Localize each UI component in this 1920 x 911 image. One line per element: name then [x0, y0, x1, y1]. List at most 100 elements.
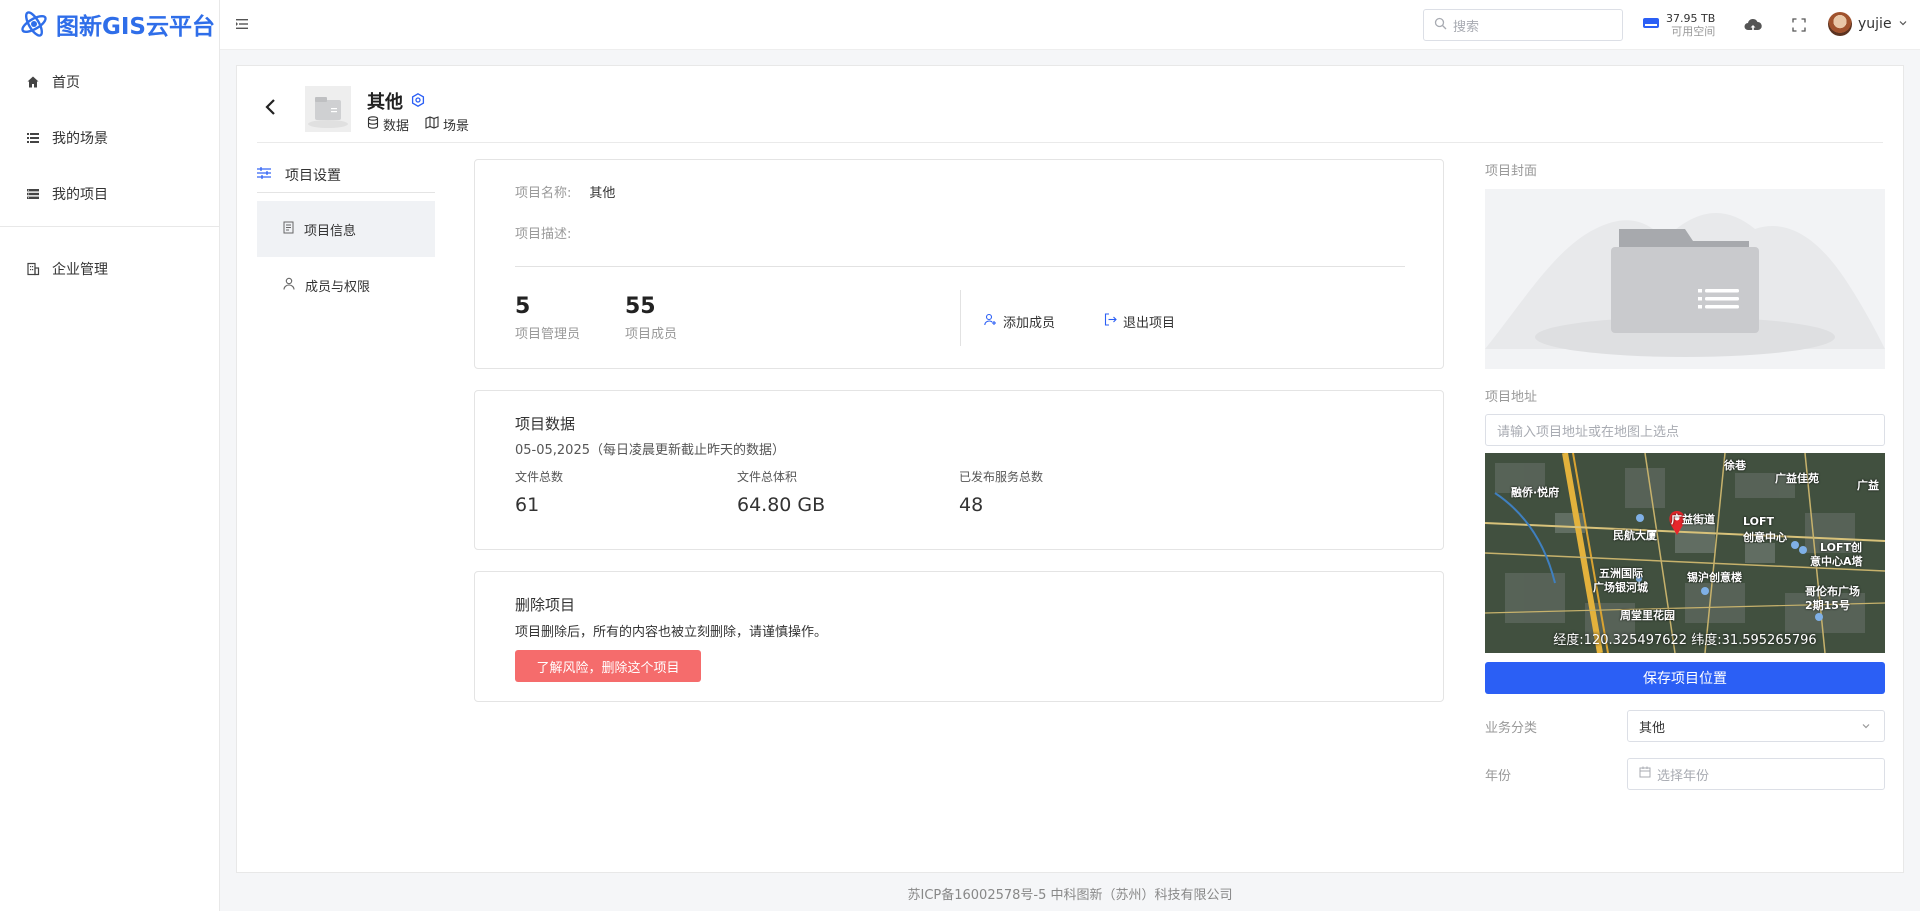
chevron-down-icon: [1860, 720, 1872, 736]
vertical-divider: [960, 290, 961, 346]
cover-label: 项目封面: [1485, 164, 1538, 179]
map-label: 融侨·悦府: [1511, 486, 1560, 499]
disk-icon: [1642, 16, 1660, 34]
search-input[interactable]: 搜索: [1423, 9, 1623, 41]
top-header: 搜索 37.95 TB 可用空间 yujie: [220, 0, 1920, 50]
menu-toggle-icon[interactable]: [234, 16, 250, 32]
map-label: 2期15号: [1805, 599, 1850, 612]
project-desc-label: 项目描述:: [515, 227, 572, 242]
year-label: 年份: [1485, 769, 1512, 784]
username: yujie: [1858, 16, 1892, 32]
logo[interactable]: 图新GIS云平台: [0, 0, 219, 48]
sidebar-item-label: 企业管理: [52, 262, 108, 278]
project-cover-image[interactable]: [1485, 189, 1885, 369]
year-picker[interactable]: 选择年份: [1627, 758, 1885, 790]
stat-label: 文件总体积: [737, 470, 798, 484]
project-scene-label: 场景: [443, 119, 470, 134]
add-user-icon: [984, 313, 997, 330]
logo-icon: [18, 8, 50, 40]
sidebar-item-label: 首页: [52, 75, 80, 91]
admins-stat: 5 项目管理员: [515, 294, 580, 342]
delete-project-panel: 删除项目 项目删除后，所有的内容也被立刻删除，请谨慎操作。 了解风险，删除这个项…: [474, 571, 1444, 702]
exit-project-label: 退出项目: [1123, 316, 1176, 331]
members-label: 项目成员: [625, 327, 678, 342]
project-scene-link[interactable]: 场景: [425, 115, 469, 134]
section-title: 删除项目: [515, 596, 576, 614]
save-location-button[interactable]: 保存项目位置: [1485, 662, 1885, 694]
project-header: 其他 数据 场景: [257, 66, 1883, 143]
project-thumbnail: [305, 86, 351, 132]
disk-space-value: 37.95 TB: [1666, 12, 1716, 25]
logout-icon: [1104, 313, 1117, 330]
brand-name: 图新GIS云平台: [56, 14, 216, 40]
stat-value: 48: [959, 494, 984, 516]
category-select[interactable]: 其他: [1627, 710, 1885, 742]
map-label: 民航大厦: [1613, 529, 1657, 542]
settings-item-label: 项目信息: [304, 223, 357, 239]
year-placeholder: 选择年份: [1657, 768, 1710, 784]
storage-indicator[interactable]: 37.95 TB 可用空间: [1642, 10, 1715, 40]
map-label: 广益: [1857, 479, 1879, 492]
sidebar-item-my-projects[interactable]: 我的项目: [0, 166, 219, 222]
settings-item-project-info[interactable]: 项目信息: [257, 201, 435, 257]
project-data-label: 数据: [383, 119, 410, 134]
address-input[interactable]: 请输入项目地址或在地图上选点: [1485, 414, 1885, 446]
file-count-stat: 文件总数 61: [515, 468, 563, 516]
page-title: 其他: [367, 88, 425, 114]
admins-count: 5: [515, 294, 531, 319]
settings-item-members[interactable]: 成员与权限: [257, 257, 435, 313]
map-icon: [425, 116, 439, 133]
home-icon: [26, 75, 40, 89]
project-data-panel: 项目数据 05-05,2025（每日凌晨更新截止昨天的数据） 文件总数 61 文…: [474, 390, 1444, 550]
add-member-button[interactable]: 添加成员: [984, 312, 1055, 331]
project-links: 数据 场景: [367, 115, 469, 134]
category-value: 其他: [1639, 720, 1666, 736]
sidebar-item-enterprise[interactable]: 企业管理: [0, 241, 219, 297]
gear-icon[interactable]: [411, 91, 425, 112]
exit-project-button[interactable]: 退出项目: [1104, 312, 1175, 331]
search-placeholder: 搜索: [1453, 19, 1480, 35]
document-icon: [283, 221, 294, 238]
map-label: LOFT: [1743, 515, 1774, 528]
sidebar-item-home[interactable]: 首页: [0, 54, 219, 110]
map-label: 锡沪创意楼: [1687, 571, 1742, 584]
project-name-value[interactable]: 其他: [589, 182, 615, 201]
delete-project-button[interactable]: 了解风险，删除这个项目: [515, 650, 701, 682]
map-label: 广场银河城: [1593, 581, 1648, 594]
map-coordinates: 经度:120.325497622 纬度:31.595265796: [1553, 633, 1817, 648]
stat-label: 已发布服务总数: [959, 470, 1044, 484]
fullscreen-icon[interactable]: [1790, 16, 1808, 34]
calendar-icon: [1639, 766, 1651, 782]
map-label: 创意中心: [1743, 531, 1787, 544]
section-title: 项目数据: [515, 415, 576, 433]
sidebar-item-label: 我的场景: [52, 131, 108, 147]
delete-warning: 项目删除后，所有的内容也被立刻删除，请谨慎操作。: [515, 625, 828, 640]
avatar: [1828, 12, 1852, 36]
map-label: 意中心A塔: [1810, 555, 1863, 568]
map-label: 徐巷: [1724, 459, 1746, 472]
location-map[interactable]: 融侨·悦府 徐巷 广益佳苑 广益街道 LOFT 创意中心 民航大厦 LOFT创 …: [1485, 453, 1885, 653]
user-icon: [283, 277, 295, 294]
back-arrow-icon[interactable]: [263, 98, 279, 116]
map-label: 广益街道: [1671, 513, 1715, 526]
file-size-stat: 文件总体积 64.80 GB: [737, 468, 825, 516]
project-data-link[interactable]: 数据: [367, 115, 409, 134]
sidebar-item-label: 我的项目: [52, 187, 108, 203]
services-stat: 已发布服务总数 48: [959, 468, 1043, 516]
cloud-upload-icon[interactable]: [1744, 16, 1762, 34]
category-label: 业务分类: [1485, 721, 1538, 736]
user-menu[interactable]: yujie: [1828, 12, 1908, 36]
settings-item-label: 成员与权限: [305, 279, 371, 295]
members-count: 55: [625, 294, 656, 319]
sidebar: 图新GIS云平台 首页 我的场景 我的项目 企业管理: [0, 0, 220, 911]
members-stat: 55 项目成员: [625, 294, 677, 342]
sidebar-item-my-scenes[interactable]: 我的场景: [0, 110, 219, 166]
settings-menu: 项目设置 项目信息 成员与权限: [257, 158, 435, 313]
stat-value: 64.80 GB: [737, 494, 826, 516]
add-member-label: 添加成员: [1003, 316, 1056, 331]
stack-icon: [26, 187, 40, 201]
settings-menu-title: 项目设置: [257, 158, 435, 193]
settings-menu-title-label: 项目设置: [285, 168, 341, 184]
sliders-icon: [257, 167, 271, 183]
project-info-panel: 项目名称: 其他 项目描述: 5 项目管理员 55 项目成员 添加成员 退出项目: [474, 159, 1444, 369]
